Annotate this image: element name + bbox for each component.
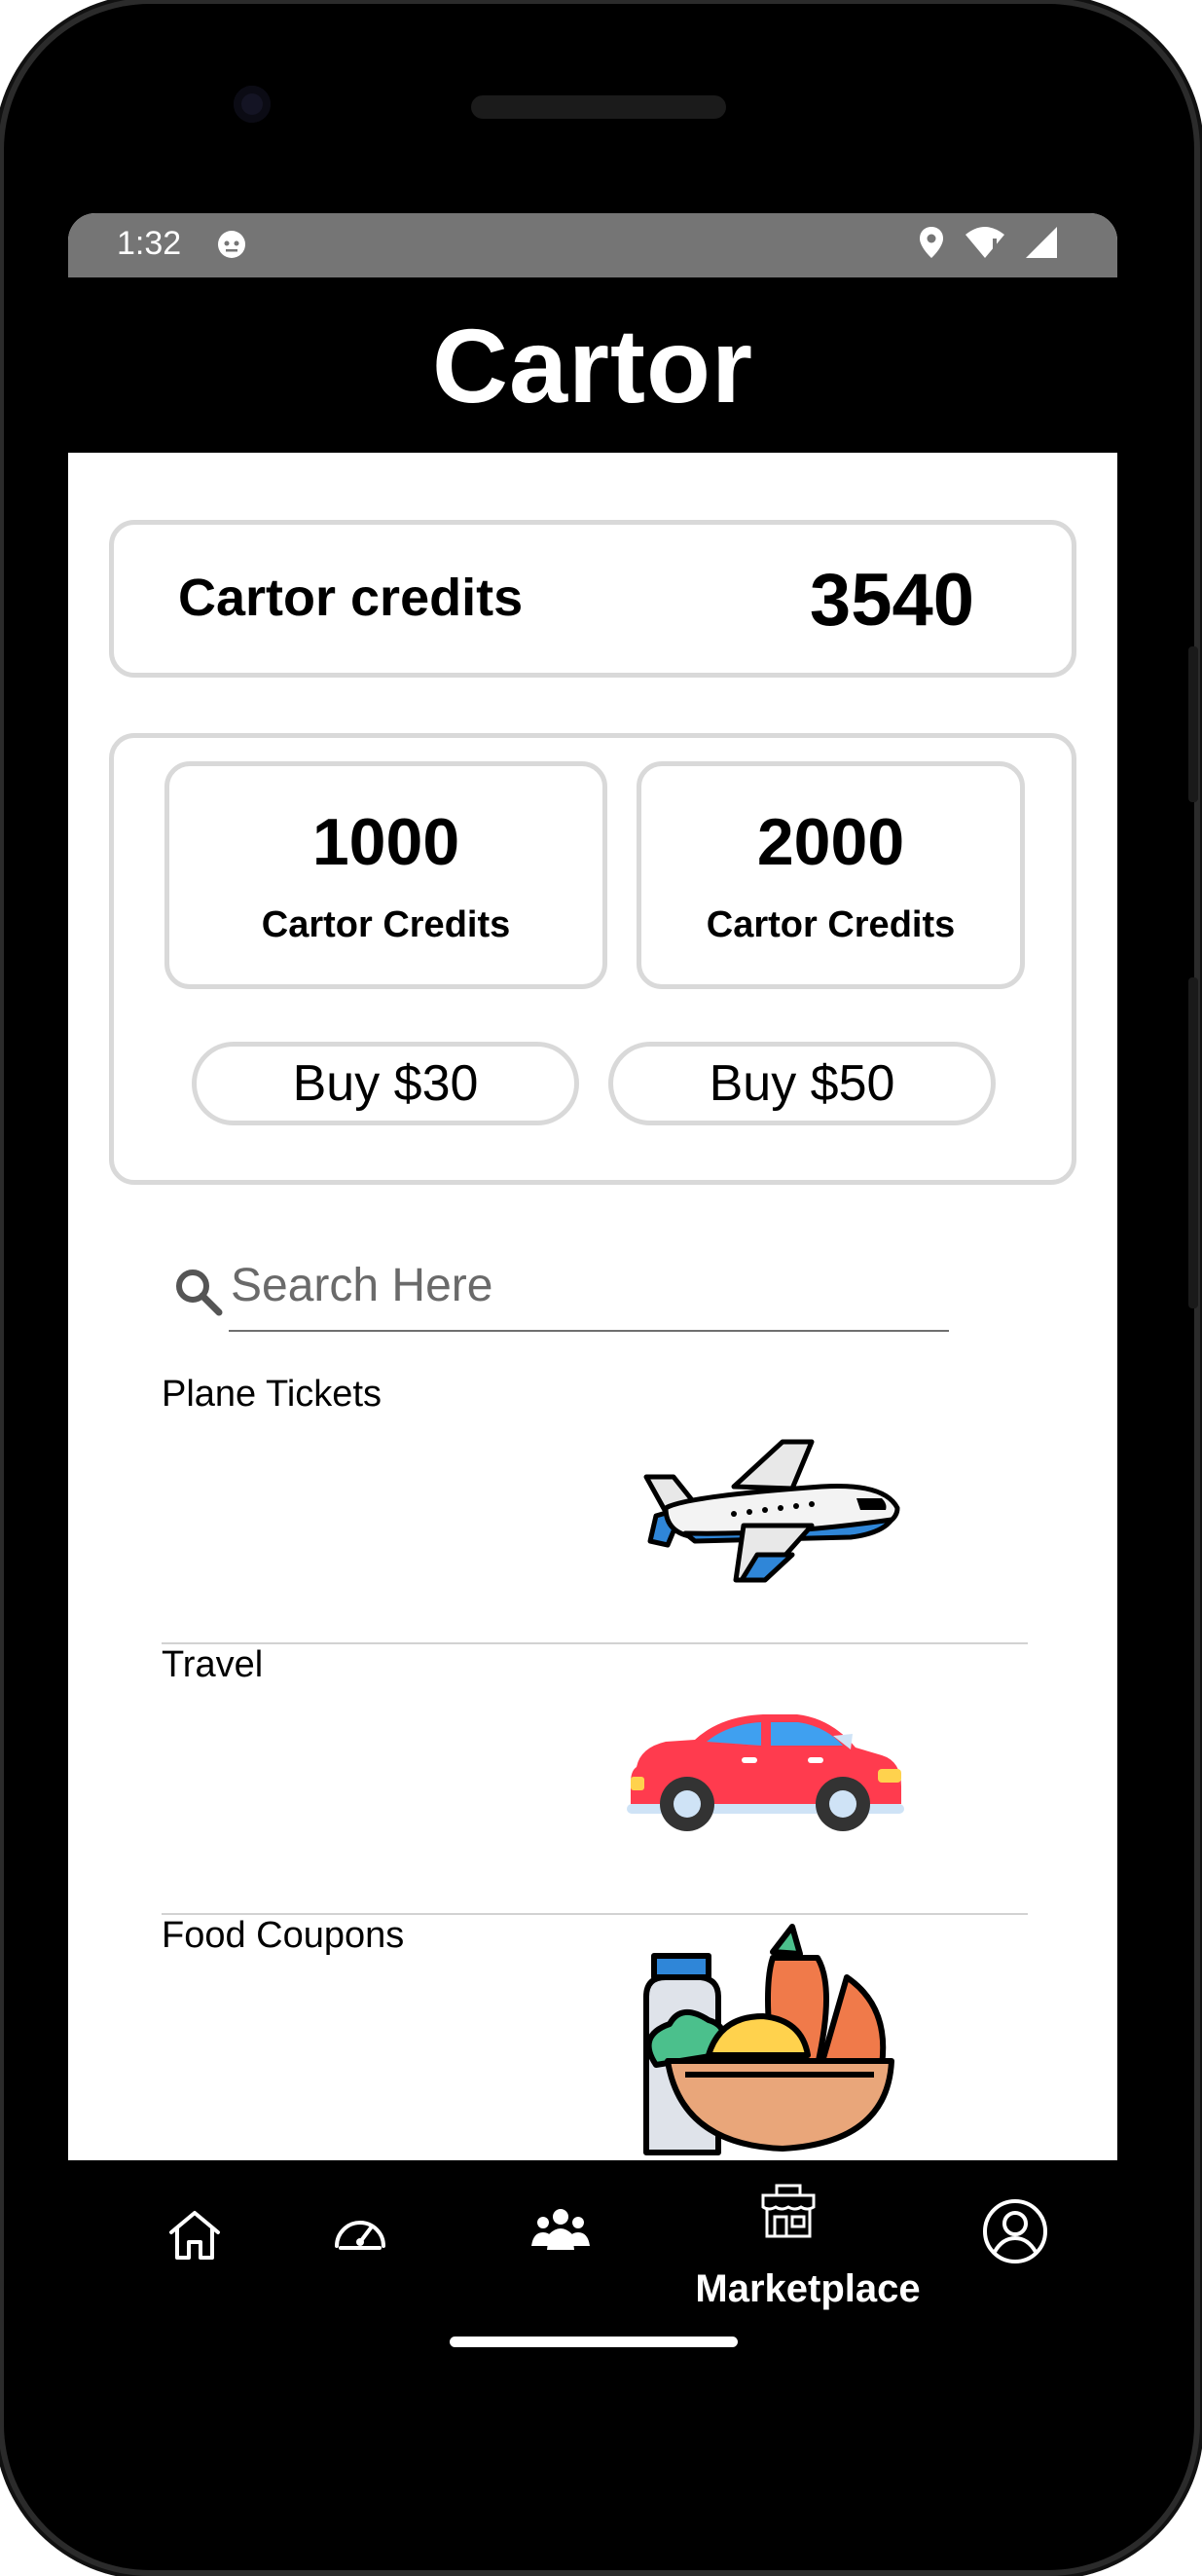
package-unit: Cartor Credits [706,904,956,945]
category-title: Plane Tickets [162,1374,382,1415]
volume-button [1188,646,1198,802]
airplane-icon [643,1439,900,1583]
search-input[interactable] [229,1258,953,1313]
search-bar [176,1240,953,1332]
category-food-coupons[interactable]: Food Coupons [162,1913,1028,2160]
home-icon [169,2211,220,2260]
earpiece-speaker [471,95,726,119]
nav-marketplace[interactable]: Marketplace [695,2182,921,2310]
credits-label: Cartor credits [178,569,524,627]
speedometer-icon [335,2221,385,2250]
category-title: Travel [162,1644,264,1685]
search-icon[interactable] [172,1266,225,1318]
credit-packages-card: 1000 Cartor Credits 2000 Cartor Credits … [109,733,1076,1185]
category-plane-tickets[interactable]: Plane Tickets [162,1372,1028,1642]
app-bar: Cartor [68,277,1117,453]
nav-community[interactable] [529,2201,592,2268]
package-amount: 1000 [311,805,460,879]
front-camera [234,86,271,123]
package-unit: Cartor Credits [261,904,511,945]
location-icon [920,227,943,258]
bottom-navigation: Marketplace [68,2160,1117,2394]
notification-face-icon [218,231,245,258]
status-time: 1:32 [117,225,182,262]
buy-50-button[interactable]: Buy $50 [608,1042,996,1125]
signal-icon [1026,227,1057,258]
category-title: Food Coupons [162,1915,405,1956]
nav-marketplace-label: Marketplace [695,2267,921,2310]
community-icon [531,2209,590,2250]
app-screen: 1:32 Cartor Cartor credits 3540 1000 Car… [68,213,1117,2160]
car-icon [627,1714,904,1831]
profile-icon [983,2199,1047,2263]
store-icon [761,2184,816,2238]
package-amount: 2000 [756,805,905,879]
credits-value: 3540 [809,559,974,642]
package-1000[interactable]: 1000 Cartor Credits [164,761,607,989]
nav-dashboard[interactable] [331,2205,389,2268]
wifi-icon [965,227,1004,258]
nav-profile[interactable] [981,2197,1049,2270]
nav-home[interactable] [165,2205,224,2268]
app-title: Cartor [431,306,754,424]
grocery-basket-icon [643,1924,894,2155]
buy-30-button[interactable]: Buy $30 [192,1042,579,1125]
status-icons [917,225,1059,260]
power-button [1188,977,1198,1308]
package-2000[interactable]: 2000 Cartor Credits [637,761,1025,989]
status-bar: 1:32 [68,213,1117,277]
credits-balance-card: Cartor credits 3540 [109,520,1076,678]
category-travel[interactable]: Travel [162,1642,1028,1913]
home-indicator[interactable] [450,2337,738,2347]
